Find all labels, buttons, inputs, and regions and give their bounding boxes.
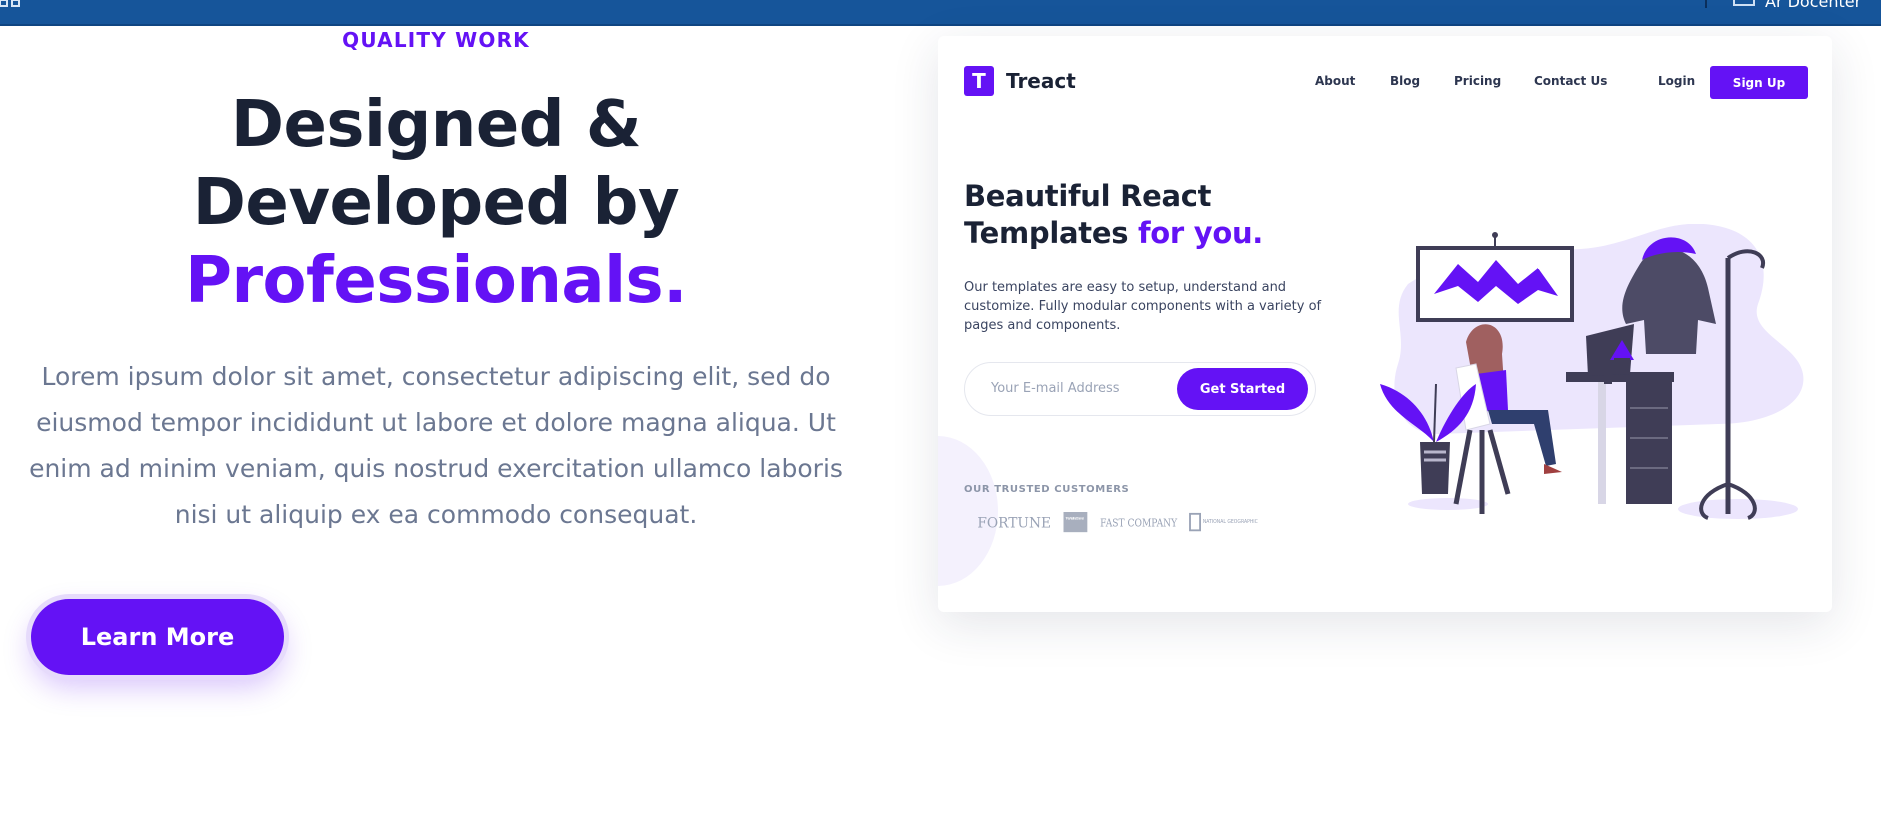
svg-text:NATIONAL GEOGRAPHIC: NATIONAL GEOGRAPHIC (1203, 519, 1258, 525)
email-input[interactable] (991, 381, 1171, 396)
preview-title: Beautiful React Templates for you. (964, 178, 1263, 252)
get-started-button[interactable]: Get Started (1177, 368, 1308, 410)
email-signup-form: Get Started (964, 362, 1316, 416)
weather-channel-logo: The Weather Channel (1063, 512, 1088, 533)
svg-text:The Weather Channel: The Weather Channel (1064, 516, 1084, 520)
trusted-customers-label: OUR TRUSTED CUSTOMERS (964, 484, 1130, 495)
national-geographic-logo: NATIONAL GEOGRAPHIC (1189, 512, 1258, 532)
browser-top-bar: Ar Docenter (0, 0, 1881, 26)
account-icon[interactable] (1733, 0, 1755, 6)
account-label[interactable]: Ar Docenter (1765, 0, 1861, 11)
fast-company-logo: FAST COMPANY (1100, 517, 1178, 530)
nav-link-contact[interactable]: Contact Us (1534, 74, 1607, 88)
preview-title-line-2: Templates (964, 216, 1129, 250)
grid-icon[interactable] (0, 0, 24, 8)
preview-title-accent: for you. (1137, 216, 1264, 250)
hero-description: Lorem ipsum dolor sit amet, consectetur … (29, 362, 843, 529)
fortune-logo: FORTUNE (977, 516, 1051, 532)
hero-headline: Designed & Developed by Professionals. (0, 86, 872, 320)
treact-logo-icon[interactable]: T (964, 66, 994, 96)
preview-description: Our templates are easy to setup, underst… (964, 280, 1322, 333)
nav-link-login[interactable]: Login (1658, 74, 1695, 88)
treact-logo-text[interactable]: Treact (1006, 69, 1076, 93)
headline-line-1: Designed & (230, 88, 642, 162)
headline-line-2: Developed by (192, 166, 680, 240)
template-preview-card: T Treact About Blog Pricing Contact Us L… (938, 36, 1832, 612)
customer-logos: FORTUNE The Weather Channel FAST COMPANY… (977, 512, 1258, 533)
developer-illustration (1380, 224, 1804, 520)
preview-title-line-1: Beautiful React (964, 179, 1212, 213)
sign-up-button[interactable]: Sign Up (1710, 66, 1808, 99)
nav-link-about[interactable]: About (1315, 74, 1355, 88)
headline-accent: Professionals. (185, 244, 687, 318)
section-eyebrow: QUALITY WORK (342, 28, 530, 52)
decorative-blob (938, 436, 998, 586)
learn-more-button[interactable]: Learn More (31, 599, 284, 675)
nav-link-pricing[interactable]: Pricing (1454, 74, 1501, 88)
nav-link-blog[interactable]: Blog (1390, 74, 1420, 88)
toolbar-separator (1705, 0, 1707, 8)
